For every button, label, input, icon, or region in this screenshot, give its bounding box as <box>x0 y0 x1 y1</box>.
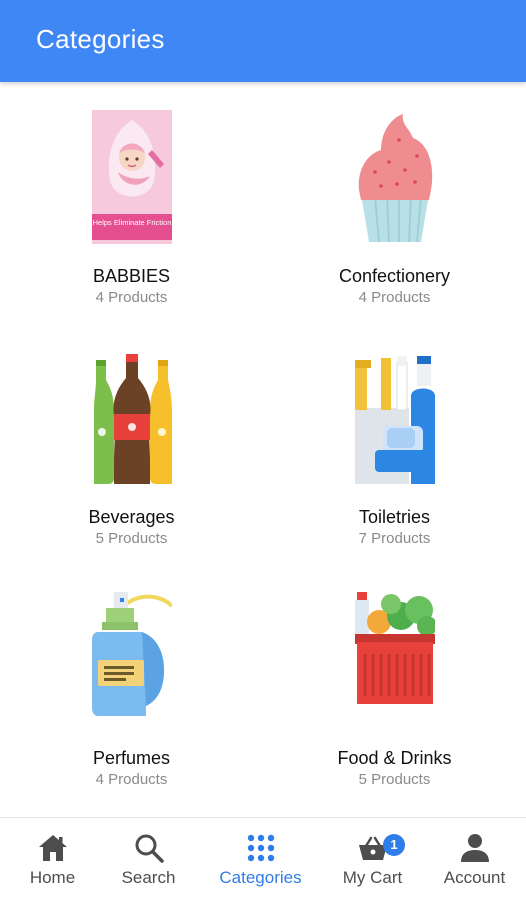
category-count: 5 Products <box>95 530 168 547</box>
category-card-beverages[interactable]: Beverages 5 Products <box>0 323 263 563</box>
nav-label: Categories <box>219 868 302 887</box>
home-icon <box>37 832 69 864</box>
nav-label: Home <box>29 868 76 887</box>
product-image-caption: Helps Eliminate Friction <box>93 218 172 227</box>
category-count: 7 Products <box>358 530 431 547</box>
perfume-spray-image <box>92 592 172 726</box>
category-name: Perfumes <box>92 748 171 768</box>
category-name: Toiletries <box>358 507 431 527</box>
person-icon <box>459 832 491 864</box>
category-count: 5 Products <box>358 771 431 788</box>
search-icon <box>133 832 165 864</box>
nav-search[interactable]: Search <box>96 818 201 901</box>
category-card-food-drinks[interactable]: Food & Drinks 5 Products <box>263 564 526 804</box>
app-bar: Categories <box>0 0 526 82</box>
grocery-basket-image <box>355 592 435 726</box>
category-card-toiletries[interactable]: Toiletries 7 Products <box>263 323 526 563</box>
category-card-perfumes[interactable]: Perfumes 4 Products <box>0 564 263 804</box>
bottom-navigation: Home Search Categories My Cart 1 Account <box>0 817 526 901</box>
nav-my-cart[interactable]: My Cart <box>320 818 425 901</box>
category-card-confectionery[interactable]: Confectionery 4 Products <box>263 82 526 322</box>
category-card-babbies[interactable]: Helps Eliminate Friction BABBIES 4 Produ… <box>0 82 263 322</box>
toiletries-image <box>355 350 435 484</box>
category-count: 4 Products <box>95 771 168 788</box>
page-title: Categories <box>36 24 165 54</box>
bottles-image <box>92 350 172 484</box>
category-name: Beverages <box>88 507 175 527</box>
nav-label: My Cart <box>342 868 403 887</box>
nav-home[interactable]: Home <box>0 818 105 901</box>
categories-grid: Helps Eliminate Friction BABBIES 4 Produ… <box>0 82 526 817</box>
nav-account[interactable]: Account <box>422 818 526 901</box>
category-name: Food & Drinks <box>337 748 452 768</box>
baby-product-image: Helps Eliminate Friction <box>92 110 172 244</box>
nav-label: Account <box>443 868 506 887</box>
nav-categories[interactable]: Categories <box>208 818 313 901</box>
category-name: BABBIES <box>92 266 171 286</box>
grid-dots-icon <box>245 832 277 864</box>
category-name: Confectionery <box>338 266 451 286</box>
cart-count-badge: 1 <box>383 834 405 856</box>
cupcake-image <box>355 110 435 244</box>
category-count: 4 Products <box>95 289 168 306</box>
nav-label: Search <box>121 868 176 887</box>
category-count: 4 Products <box>358 289 431 306</box>
